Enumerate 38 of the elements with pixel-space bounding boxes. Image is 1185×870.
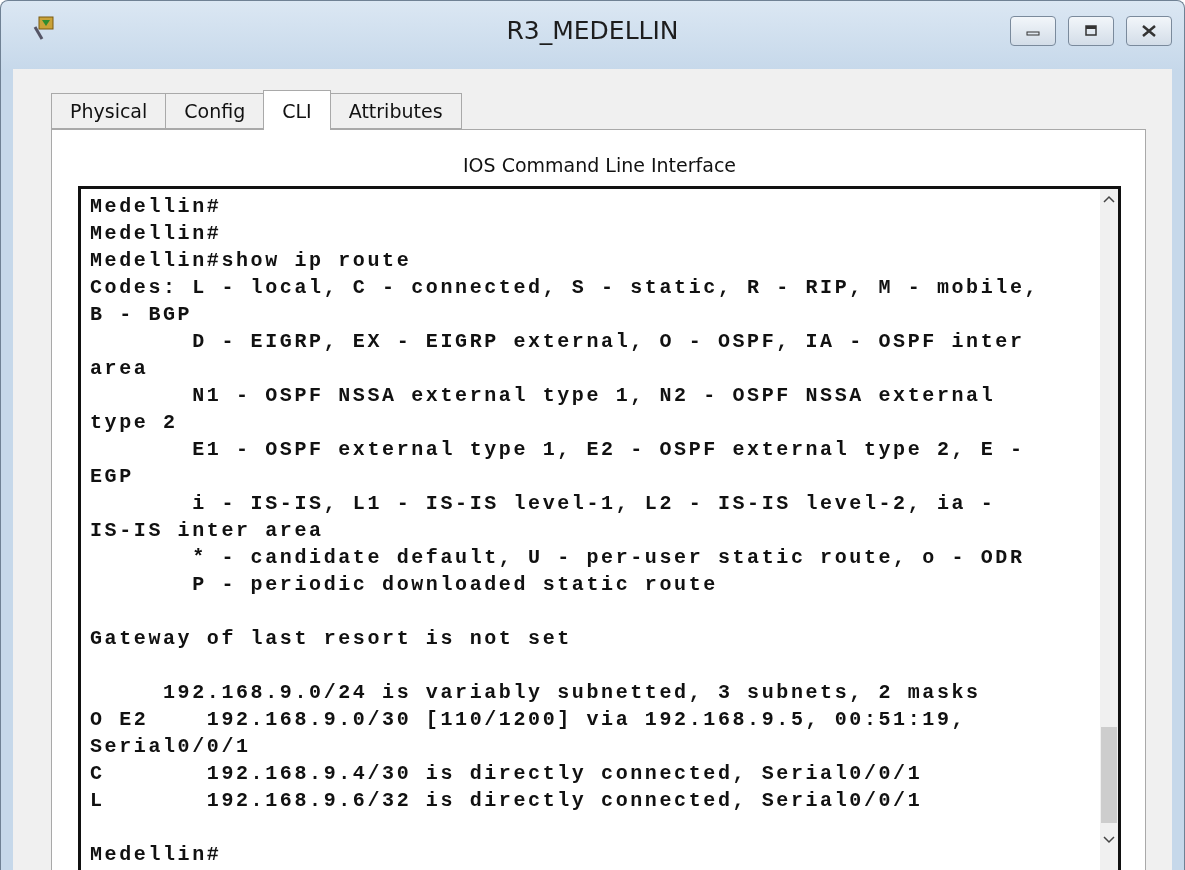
console-line: O E2 192.168.9.0/30 [110/1200] via 192.168.9.5, 00:51:19, [90,707,968,733]
close-button[interactable] [1126,16,1172,46]
scroll-down-icon [1103,836,1115,844]
console-line: D - EIGRP, EX - EIGRP external, O - OSPF, IA - OSPF inter [191,329,1026,355]
tab[interactable]: Config [165,93,265,129]
close-icon [1140,25,1158,37]
console-line: Medellin#show ip route [90,248,413,274]
console-line: Gateway of last resort is not set [90,626,573,652]
tab[interactable]: CLI [263,90,331,130]
console-line: * - candidate default, U - per-user static route, o - ODR [191,545,1026,571]
console-line: type 2 [90,410,179,436]
window-title: R3_MEDELLIN [506,15,679,45]
console-line: N1 - OSPF NSSA external type 1, N2 - OSPF NSSA external [191,383,997,409]
console-line: P - periodic downloaded static route [191,572,719,598]
console-line: IS-IS inter area [90,518,325,544]
console-line: Medellin# [90,842,223,868]
router-app-icon [33,15,57,41]
console-line: Medellin# [90,221,223,247]
minimize-button[interactable] [1010,16,1056,46]
console-line: C 192.168.9.4/30 is directly connected, Serial0/0/1 [90,761,924,787]
console-line: 192.168.9.0/24 is variably subnetted, 3 subnets, 2 masks [162,680,982,706]
tab[interactable]: Physical [51,93,167,129]
console-line: B - BGP [90,302,194,328]
scrollbar[interactable] [1100,189,1118,870]
console-line: EGP [90,464,135,490]
console-line: L 192.168.9.6/32 is directly connected, Serial0/0/1 [90,788,924,814]
console-line: Serial0/0/1 [90,734,252,760]
maximize-icon [1082,25,1100,37]
scroll-up-icon [1103,195,1115,203]
scroll-thumb[interactable] [1101,727,1117,823]
console-line: E1 - OSPF external type 1, E2 - OSPF external type 2, E - [191,437,1026,463]
console-line: Medellin# [90,194,223,220]
console-line: Codes: L - local, C - connected, S - static, R - RIP, M - mobile, [90,275,1041,301]
panel-title: IOS Command Line Interface [461,153,738,178]
maximize-button[interactable] [1068,16,1114,46]
console-line: i - IS-IS, L1 - IS-IS level-1, L2 - IS-IS level-2, ia - [191,491,997,517]
tab[interactable]: Attributes [329,93,462,129]
console-line: area [90,356,150,382]
